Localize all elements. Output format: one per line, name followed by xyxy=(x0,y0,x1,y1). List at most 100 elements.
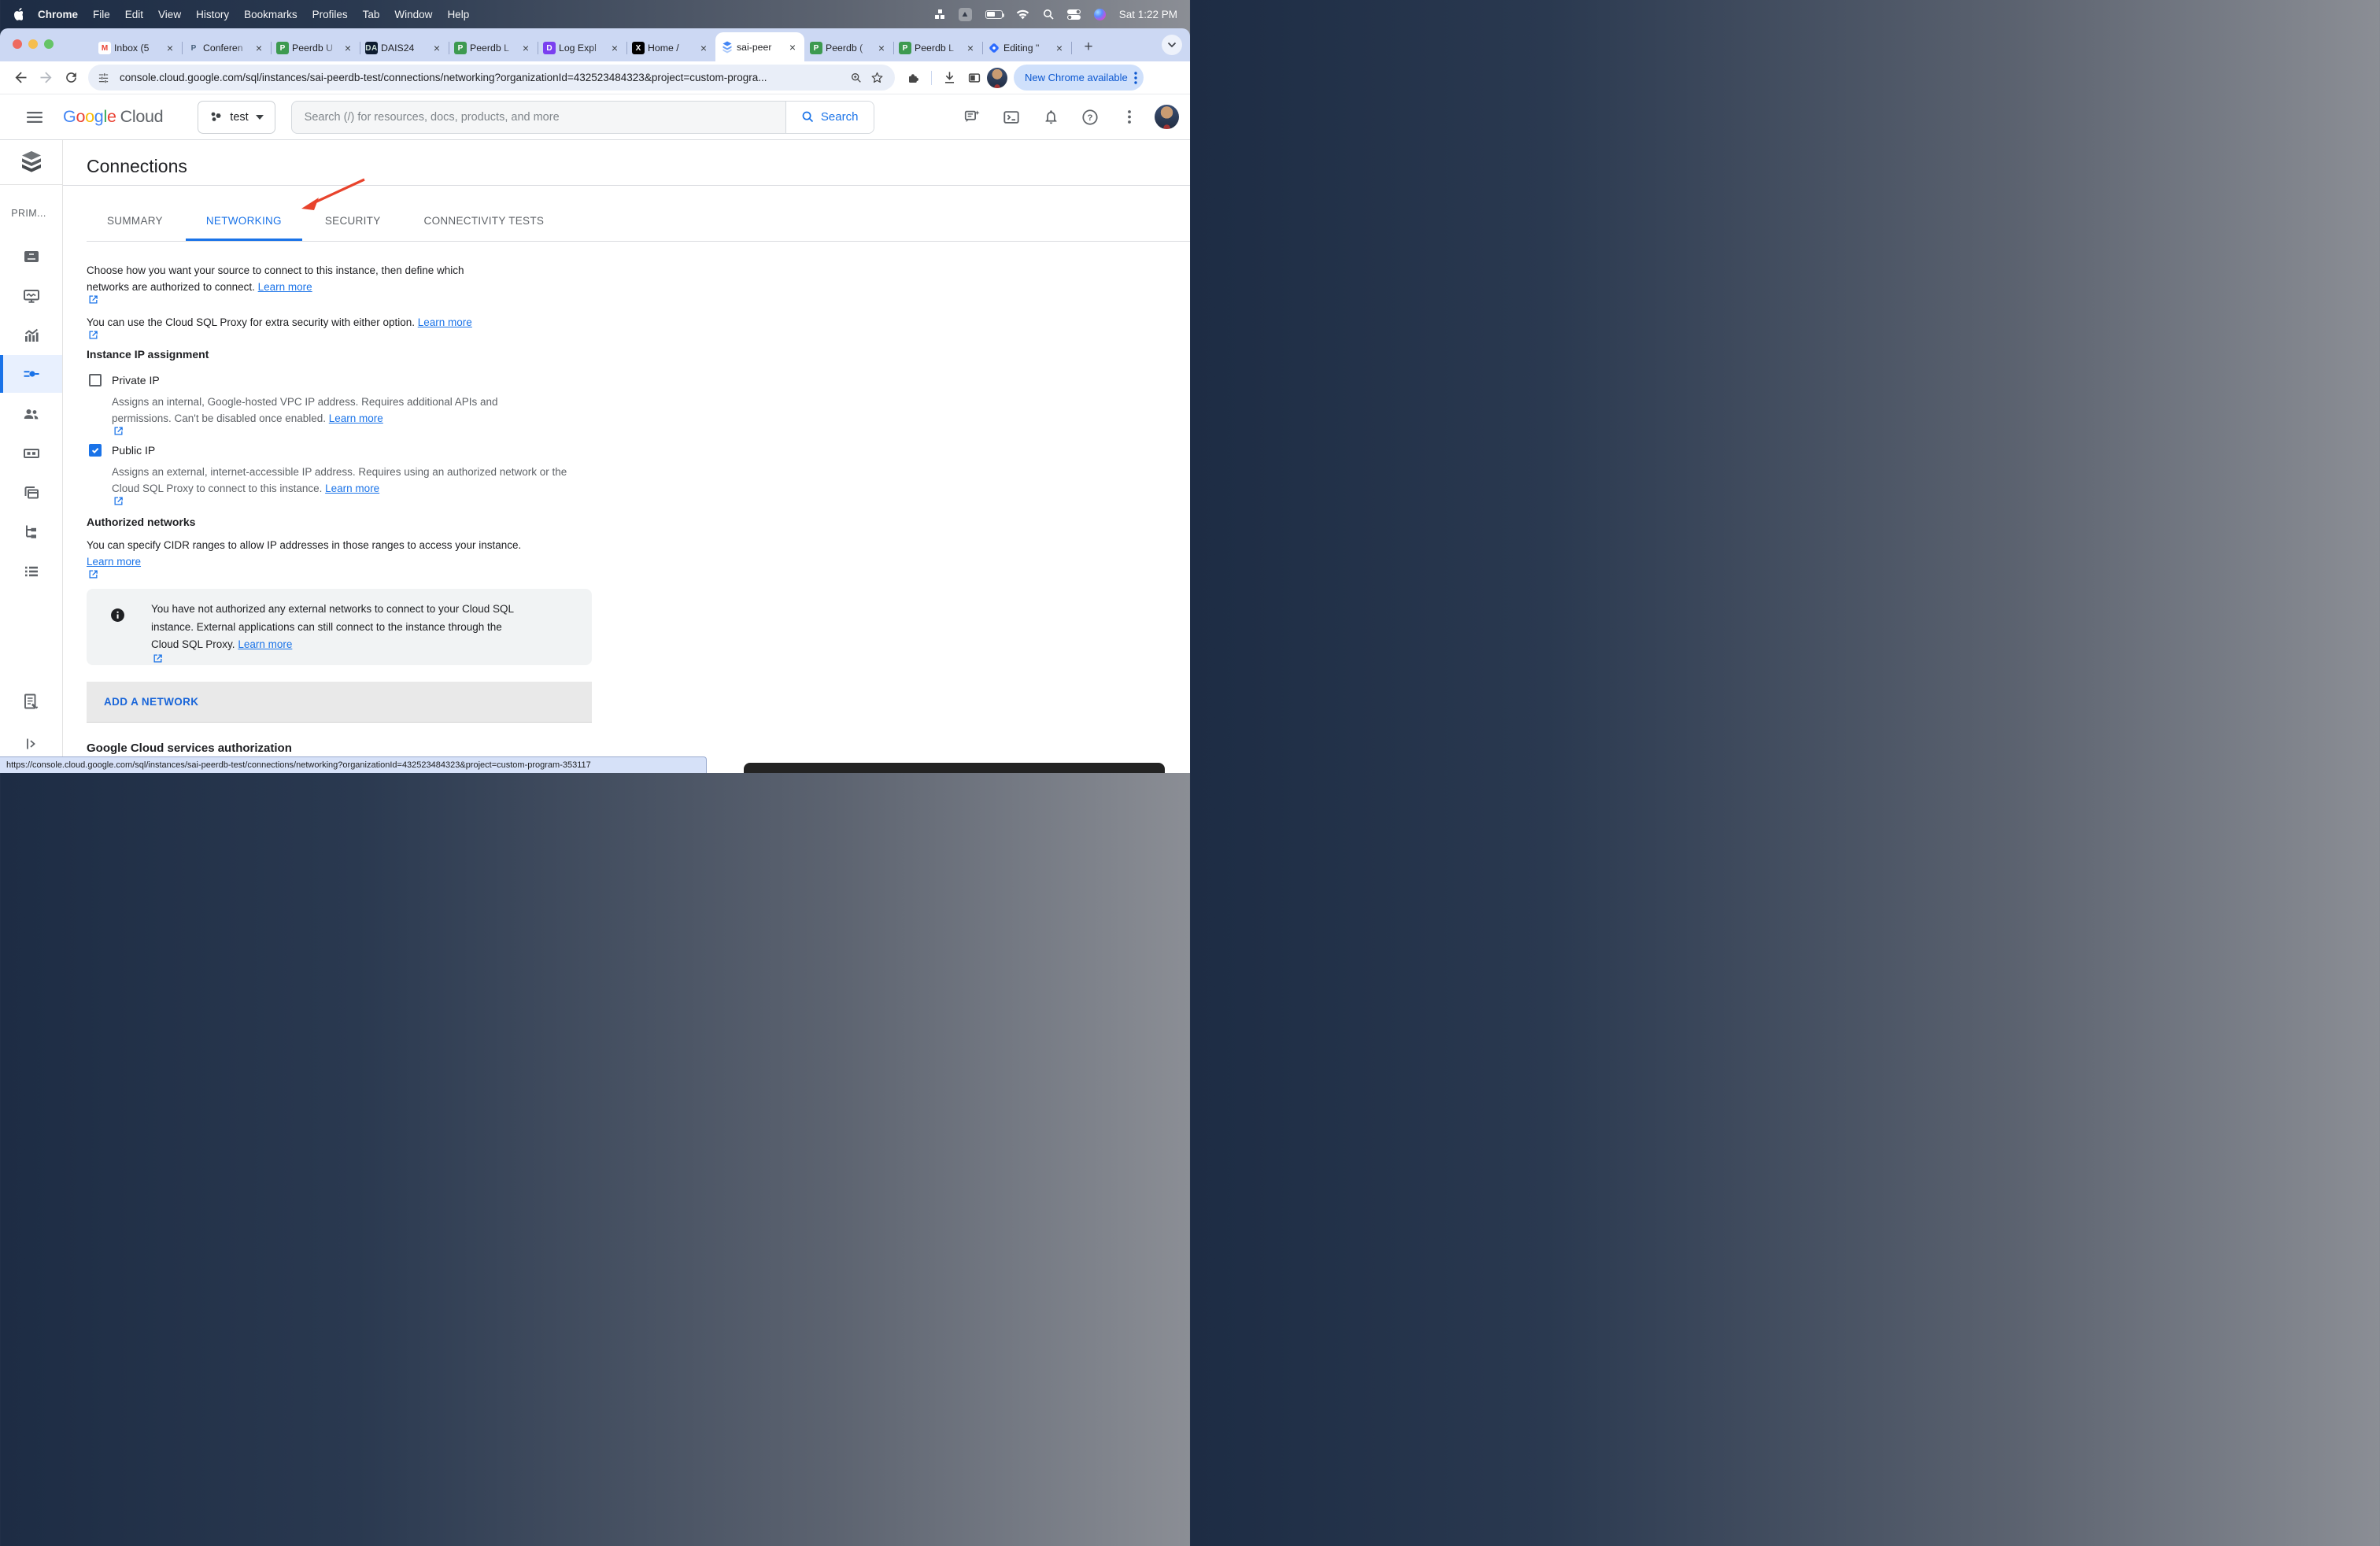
private-ip-description: Assigns an internal, Google-hosted VPC I… xyxy=(112,394,541,435)
tab-close-icon[interactable]: × xyxy=(964,42,977,54)
tab-close-icon[interactable]: × xyxy=(342,42,354,54)
tab-connectivity-tests[interactable]: CONNECTIVITY TESTS xyxy=(404,202,565,241)
forward-button[interactable] xyxy=(33,65,58,91)
menubar-item-tab[interactable]: Tab xyxy=(363,9,380,20)
tab-close-icon[interactable]: × xyxy=(519,42,532,54)
menubar-item-help[interactable]: Help xyxy=(447,9,469,20)
address-bar[interactable]: console.cloud.google.com/sql/instances/s… xyxy=(88,65,895,91)
menubar-item-view[interactable]: View xyxy=(158,9,181,20)
browser-tab[interactable]: PPeerdb (× xyxy=(804,35,893,61)
back-button[interactable] xyxy=(8,65,33,91)
public-ip-checkbox[interactable] xyxy=(89,444,102,457)
sidebar-item-backups[interactable] xyxy=(0,474,62,512)
side-panel-icon[interactable] xyxy=(962,65,987,91)
new-tab-button[interactable]: + xyxy=(1077,36,1099,58)
search-button[interactable]: Search xyxy=(785,102,874,133)
extensions-icon[interactable] xyxy=(901,65,926,91)
hamburger-menu-icon[interactable] xyxy=(22,105,47,130)
control-center-icon[interactable] xyxy=(1067,9,1081,20)
tab-search-button[interactable] xyxy=(1162,35,1182,55)
menubar-item-profiles[interactable]: Profiles xyxy=(312,9,348,20)
spotlight-search-icon[interactable] xyxy=(1043,9,1054,20)
browser-tab-active[interactable]: sai-peer× xyxy=(715,32,804,61)
browser-tab[interactable]: MInbox (5× xyxy=(93,35,182,61)
sidebar-item-users[interactable] xyxy=(0,395,62,433)
tab-close-icon[interactable]: × xyxy=(697,42,710,54)
site-settings-icon[interactable] xyxy=(93,68,113,88)
sidebar-item-release-notes[interactable] xyxy=(0,682,62,720)
public-ip-description: Assigns an external, internet-accessible… xyxy=(112,464,580,505)
tab-summary[interactable]: SUMMARY xyxy=(87,202,183,241)
learn-more-link[interactable]: Learn more xyxy=(87,556,523,579)
tab-close-icon[interactable]: × xyxy=(164,42,176,54)
browser-tab[interactable]: DLog Expl× xyxy=(538,35,626,61)
kebab-menu-icon xyxy=(1134,72,1137,84)
gcp-search-bar[interactable]: Search (/) for resources, docs, products… xyxy=(291,101,874,134)
google-cloud-logo[interactable]: Google Cloud xyxy=(63,107,163,127)
browser-tab[interactable]: PConferen× xyxy=(182,35,271,61)
tab-close-icon[interactable]: × xyxy=(608,42,621,54)
apple-logo-icon[interactable] xyxy=(13,8,23,20)
cloud-sql-logo[interactable] xyxy=(0,140,62,185)
sidebar-item-connections[interactable] xyxy=(0,355,62,393)
url-text[interactable]: console.cloud.google.com/sql/instances/s… xyxy=(120,72,846,83)
gmail-icon: M xyxy=(98,42,111,54)
notifications-bell-icon[interactable] xyxy=(1037,103,1065,131)
wifi-icon[interactable] xyxy=(1016,9,1029,20)
gemini-feedback-icon[interactable] xyxy=(958,103,986,131)
external-link-icon xyxy=(153,654,162,663)
macos-menubar: Chrome File Edit View History Bookmarks … xyxy=(0,0,1190,28)
download-icon[interactable] xyxy=(937,65,962,91)
battery-icon[interactable] xyxy=(985,10,1003,19)
tab-close-icon[interactable]: × xyxy=(786,41,799,54)
cloud-shell-icon[interactable] xyxy=(997,103,1026,131)
add-network-button[interactable]: ADD A NETWORK xyxy=(87,682,592,723)
window-minimize-button[interactable] xyxy=(28,39,38,49)
browser-tab[interactable]: PPeerdb L× xyxy=(893,35,982,61)
private-ip-checkbox[interactable] xyxy=(89,374,102,386)
menubar-item-history[interactable]: History xyxy=(196,9,229,20)
more-vert-icon[interactable] xyxy=(1115,103,1144,131)
sidebar-item-query-insights[interactable] xyxy=(0,316,62,354)
sidebar-item-system-insights[interactable] xyxy=(0,277,62,315)
account-avatar[interactable] xyxy=(1155,105,1179,129)
help-icon[interactable]: ? xyxy=(1076,103,1104,131)
sidebar-item-databases[interactable] xyxy=(0,435,62,472)
sidebar-item-overview[interactable] xyxy=(0,238,62,276)
menubar-clock[interactable]: Sat 1:22 PM xyxy=(1119,9,1177,20)
menubar-item-window[interactable]: Window xyxy=(394,9,432,20)
tab-networking[interactable]: NETWORKING xyxy=(186,202,302,241)
x-icon: X xyxy=(632,42,645,54)
tab-close-icon[interactable]: × xyxy=(1053,42,1066,54)
browser-tab[interactable]: PPeerdb U× xyxy=(271,35,360,61)
browser-profile-avatar[interactable] xyxy=(987,68,1007,88)
menubar-item-edit[interactable]: Edit xyxy=(125,9,143,20)
tab-security[interactable]: SECURITY xyxy=(305,202,401,241)
tab-close-icon[interactable]: × xyxy=(875,42,888,54)
tab-close-icon[interactable]: × xyxy=(253,42,265,54)
project-selector[interactable]: test xyxy=(198,101,275,134)
browser-tab[interactable]: PPeerdb L× xyxy=(449,35,538,61)
browser-tab[interactable]: XHome /× xyxy=(626,35,715,61)
stats-blocks-icon[interactable] xyxy=(935,9,945,20)
public-ip-label[interactable]: Public IP xyxy=(112,444,155,457)
chrome-update-button[interactable]: New Chrome available xyxy=(1014,65,1144,91)
triangle-app-icon[interactable] xyxy=(959,8,972,21)
browser-tab[interactable]: Editing "× xyxy=(982,35,1071,61)
private-ip-label[interactable]: Private IP xyxy=(112,374,160,386)
zoom-icon[interactable] xyxy=(846,68,867,88)
sidebar-item-replicas[interactable] xyxy=(0,513,62,551)
reload-button[interactable] xyxy=(58,65,83,91)
window-close-button[interactable] xyxy=(13,39,22,49)
sidebar-item-operations[interactable] xyxy=(0,553,62,590)
window-zoom-button[interactable] xyxy=(44,39,54,49)
bookmark-star-icon[interactable] xyxy=(867,68,887,88)
info-icon xyxy=(110,608,125,623)
tab-close-icon[interactable]: × xyxy=(431,42,443,54)
siri-icon[interactable] xyxy=(1094,9,1106,20)
menubar-item-file[interactable]: File xyxy=(93,9,110,20)
project-hexagons-icon xyxy=(209,110,223,124)
menubar-item-bookmarks[interactable]: Bookmarks xyxy=(244,9,298,20)
menubar-item-chrome[interactable]: Chrome xyxy=(38,9,78,20)
browser-tab[interactable]: DADAIS24× xyxy=(360,35,449,61)
